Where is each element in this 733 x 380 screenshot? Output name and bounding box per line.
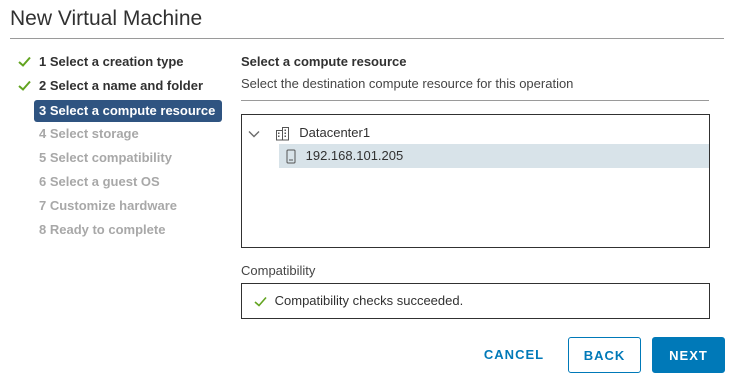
step-name-folder[interactable]: 2 Select a name and folder	[14, 76, 224, 100]
tree-node-host[interactable]: 192.168.101.205	[279, 144, 709, 168]
tree-node-datacenter[interactable]: Datacenter1	[248, 121, 370, 145]
cancel-button[interactable]: CANCEL	[478, 337, 550, 373]
step-label: 1 Select a creation type	[39, 54, 184, 69]
step-creation-type[interactable]: 1 Select a creation type	[14, 52, 224, 76]
step-label: 6 Select a guest OS	[39, 174, 160, 189]
compatibility-message: Compatibility checks succeeded.	[274, 293, 464, 308]
step-compute-resource[interactable]: 3 Select a compute resource	[34, 100, 222, 122]
content-panel: Select a compute resource Select the des…	[241, 52, 711, 319]
checkmark-icon	[18, 80, 31, 91]
datacenter-icon	[275, 127, 289, 141]
compatibility-label: Compatibility	[241, 263, 316, 278]
page-subheading: Select the destination compute resource …	[241, 76, 574, 91]
step-label: 4 Select storage	[39, 126, 139, 141]
tree-node-label: 192.168.101.205	[305, 148, 404, 163]
compute-resource-tree: Datacenter1 192.168.101.205	[241, 114, 710, 248]
step-guest-os: 6 Select a guest OS	[14, 172, 224, 196]
next-button[interactable]: NEXT	[652, 337, 725, 373]
step-label: 8 Ready to complete	[39, 222, 166, 237]
step-customize-hardware: 7 Customize hardware	[14, 196, 224, 220]
checkmark-icon	[18, 56, 31, 67]
compatibility-box: Compatibility checks succeeded.	[241, 283, 710, 319]
page-heading: Select a compute resource	[241, 54, 407, 69]
checkmark-icon	[254, 297, 267, 307]
tree-node-label: Datacenter1	[299, 125, 371, 140]
content-divider	[241, 100, 709, 101]
step-storage: 4 Select storage	[14, 124, 224, 148]
step-label: 7 Customize hardware	[39, 198, 177, 213]
dialog-title: New Virtual Machine	[10, 7, 203, 30]
step-compatibility: 5 Select compatibility	[14, 148, 224, 172]
chevron-down-icon[interactable]	[248, 129, 260, 139]
step-label: 2 Select a name and folder	[39, 78, 204, 93]
step-ready-to-complete: 8 Ready to complete	[14, 220, 224, 244]
title-divider	[10, 38, 724, 39]
step-label: 5 Select compatibility	[39, 150, 172, 165]
step-label: 3 Select a compute resource	[39, 103, 216, 118]
wizard-steps: 1 Select a creation type 2 Select a name…	[14, 52, 224, 244]
host-icon	[286, 149, 296, 164]
back-button[interactable]: BACK	[568, 337, 641, 373]
